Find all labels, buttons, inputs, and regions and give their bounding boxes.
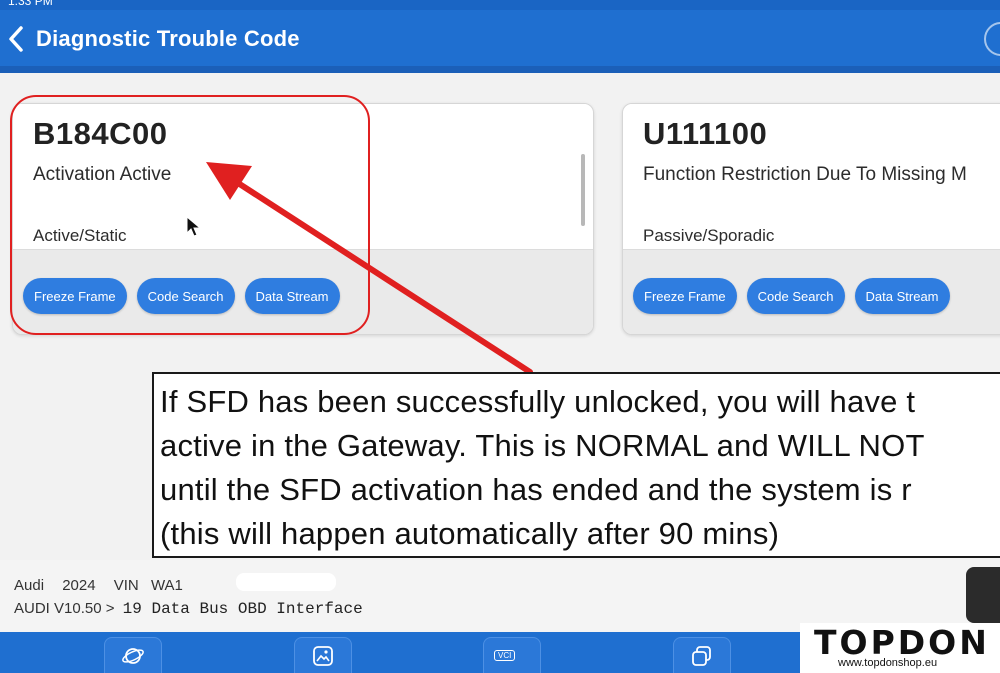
data-stream-button[interactable]: Data Stream <box>854 278 950 314</box>
diagnostic-screen: 1:33 PM Diagnostic Trouble Code B184C00 … <box>0 0 1000 673</box>
brand-url: www.topdonshop.eu <box>838 657 938 669</box>
chevron-left-icon <box>9 26 23 52</box>
nav-home-button[interactable] <box>104 637 162 673</box>
annotation-line: active in the Gateway. This is NORMAL an… <box>160 428 925 463</box>
red-highlight-outline <box>10 95 370 335</box>
header-divider <box>0 66 1000 73</box>
code-search-button[interactable]: Code Search <box>746 278 845 314</box>
header-action-button[interactable] <box>984 22 1000 56</box>
dtc-code: U111100 <box>643 116 768 151</box>
vin-label: VIN <box>113 577 139 594</box>
dtc-card: U111100 Function Restriction Due To Miss… <box>622 103 1000 335</box>
gallery-icon <box>313 646 333 666</box>
software-version: AUDI V10.50 > <box>14 600 115 617</box>
side-action-button[interactable] <box>966 567 1000 623</box>
scrollbar-thumb[interactable] <box>581 154 585 226</box>
diagnostic-path: AUDI V10.50 > 19 Data Bus OBD Interface <box>14 600 363 618</box>
vin-redaction <box>236 573 336 591</box>
vin-start: WA1 <box>150 577 183 594</box>
vehicle-year: 2024 <box>62 577 96 594</box>
dtc-card-actions: Freeze Frame Code Search Data Stream <box>623 249 1000 334</box>
page-title: Diagnostic Trouble Code <box>36 26 300 51</box>
nav-gallery-button[interactable] <box>294 637 352 673</box>
app-header: 1:33 PM Diagnostic Trouble Code <box>0 0 1000 73</box>
topdon-logo: TOPDON www.topdonshop.eu <box>800 623 1000 673</box>
freeze-frame-button[interactable]: Freeze Frame <box>633 278 737 314</box>
annotation-line: If SFD has been successfully unlocked, y… <box>160 384 916 419</box>
dtc-description: Function Restriction Due To Missing M <box>643 164 967 185</box>
vehicle-make: Audi <box>14 577 45 594</box>
status-time: 1:33 PM <box>8 0 53 8</box>
annotation-box: If SFD has been successfully unlocked, y… <box>152 372 1000 558</box>
mouse-cursor-icon <box>186 216 202 237</box>
vehicle-info-bar: Audi 2024 VIN WA1 3 AUDI V10.50 > 19 Dat… <box>0 560 1000 632</box>
nav-windows-button[interactable] <box>673 637 731 673</box>
nav-vci-button[interactable]: VCI <box>483 637 541 673</box>
dtc-status: Passive/Sporadic <box>643 226 775 245</box>
vci-icon: VCI <box>494 650 516 661</box>
annotation-line: until the SFD activation has ended and t… <box>160 472 912 507</box>
module-path: 19 Data Bus OBD Interface <box>122 600 363 618</box>
dtc-card-body: U111100 Function Restriction Due To Miss… <box>623 104 1000 249</box>
status-bar: 1:33 PM <box>0 0 1000 10</box>
planet-icon <box>122 648 144 664</box>
annotation-line: (this will happen automatically after 90… <box>160 516 780 551</box>
back-button[interactable] <box>4 24 28 54</box>
windows-icon <box>692 646 711 666</box>
